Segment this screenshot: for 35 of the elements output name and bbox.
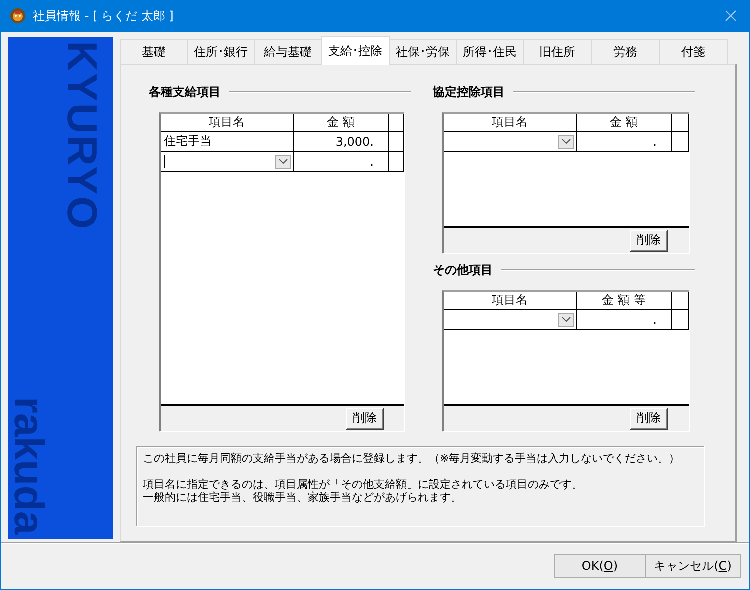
table-cell: . [294,152,389,171]
info-text: この社員に毎月同額の支給手当がある場合に登録します。（※毎月変動する手当は入力しないでください。） [143,452,682,465]
table-cell: 3,000. [294,132,389,151]
tab[interactable]: 付箋 [659,39,728,64]
chevron-down-icon [562,317,570,322]
logo-text: rakuda [8,397,50,535]
window-title: 社員情報 - [ らくだ 太郎 ] [33,8,175,24]
info-text: 項目名に指定できるのは、項目属性が「その他支給額」に設定されている項目のみです。 [143,478,584,491]
dropdown-button[interactable] [558,312,574,326]
tab[interactable]: 支給･控除 [321,36,390,65]
column-header: 項目名 [161,114,294,131]
section-title: その他項目 [433,262,493,278]
delete-button[interactable]: 削除 [630,230,668,252]
logo-text: KYURYO [61,41,103,232]
column-header: 項目名 [444,114,577,131]
table-cell: . [577,132,672,151]
column-header: 項目名 [444,292,577,309]
dialog-button[interactable]: キャンセル(C) [646,554,741,578]
delete-button[interactable]: 削除 [630,408,668,430]
dropdown-button[interactable] [275,154,291,168]
chevron-down-icon [562,139,570,144]
column-header: 金 額 等 [577,292,672,309]
delete-button[interactable]: 削除 [346,408,384,430]
section-title: 各種支給項目 [149,84,221,100]
info-text: 一般的には住宅手当、役職手当、家族手当などがあげられます。 [143,491,463,504]
chevron-down-icon [278,159,288,164]
column-header: 金 額 [294,114,389,131]
column-header: 金 額 [577,114,672,131]
dialog-button[interactable]: OK(O) [554,554,646,578]
close-icon[interactable] [725,10,737,22]
section-title: 協定控除項目 [433,84,505,100]
table-cell: . [577,310,672,329]
table-cell: 住宅手当 [164,133,212,150]
dropdown-button[interactable] [558,134,574,148]
tab[interactable]: 基礎 [120,39,188,64]
